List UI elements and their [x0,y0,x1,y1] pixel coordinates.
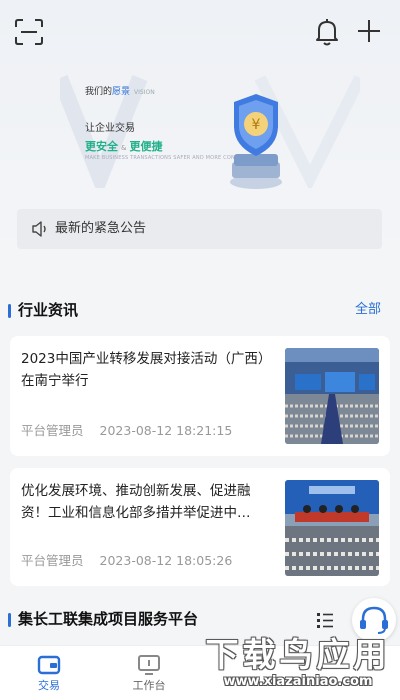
news-time: 2023-08-12 18:05:26 [99,553,233,568]
news-title: 2023中国产业转移发展对接活动（广西）在南宁举行 [21,351,265,389]
slogan-line1: 让企业交易 [85,123,135,134]
promo-banner[interactable]: 我们的愿景 VISION 让企业交易 更安全 & 更便捷 MAKE BUSINESS … [0,62,400,243]
news-thumbnail [285,348,379,444]
tab-trade[interactable]: 交易 [19,654,79,693]
announcement-text: 最新的紧急公告 [55,221,147,236]
top-bar [0,0,400,62]
tab-workbench[interactable]: 工作台 [119,654,179,693]
slogan-line2: 更安全 & 更便捷 [85,140,163,153]
section-accent-bar [8,304,11,318]
news-time: 2023-08-12 18:21:15 [99,423,233,438]
news-thumbnail [285,480,379,576]
plus-icon[interactable] [355,16,383,46]
watermark-url: www.xiazainiao.com [223,674,373,689]
news-card[interactable]: 2023中国产业转移发展对接活动（广西）在南宁举行 平台管理员 2023-08-1… [10,336,390,456]
announcement-bar[interactable]: 最新的紧急公告 [17,209,382,249]
watermark-text: 下载鸟应用 [205,635,391,674]
section-accent-bar [8,613,11,627]
svg-text:¥: ¥ [252,117,261,133]
monitor-icon [138,655,160,675]
news-title: 优化发展环境、推动创新发展、促进融资！工业和信息化部多措并举促进中… [21,483,251,521]
section-title: 行业资讯 [18,301,79,319]
news-author: 平台管理员 [21,423,84,438]
tab-label: 交易 [38,679,60,692]
news-card[interactable]: 优化发展环境、推动创新发展、促进融资！工业和信息化部多措并举促进中… 平台管理员… [10,468,390,586]
scan-icon[interactable] [14,18,44,46]
tab-label: 工作台 [132,679,166,692]
industry-news-header: 行业资讯 全部 [0,296,400,326]
vision-label: 我们的愿景 VISION [85,87,155,97]
watermark: 下载鸟应用 www.xiazainiao.com [200,626,396,698]
speaker-icon [32,221,46,237]
wallet-icon [37,655,61,675]
news-meta: 平台管理员 2023-08-12 18:05:26 [21,553,232,569]
news-meta: 平台管理员 2023-08-12 18:21:15 [21,423,232,439]
shield-yuan-icon: ¥ [230,94,282,189]
bell-icon[interactable] [313,17,341,47]
section-title: 集长工联集成项目服务平台 [18,610,199,628]
news-author: 平台管理员 [21,553,84,568]
view-all-link[interactable]: 全部 [355,301,381,319]
